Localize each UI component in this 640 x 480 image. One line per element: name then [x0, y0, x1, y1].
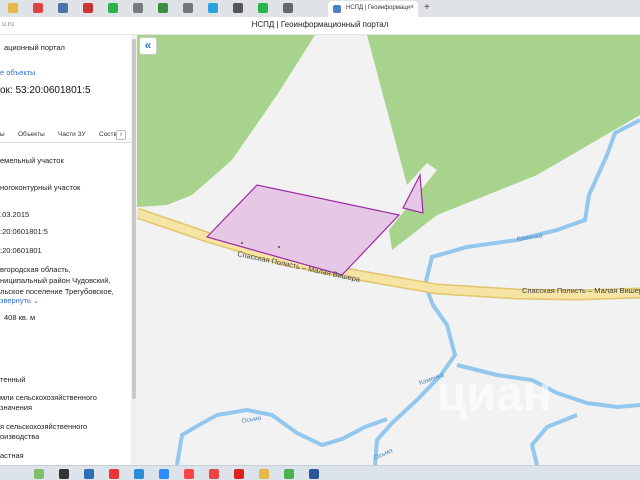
- site-icon[interactable]: [183, 3, 193, 13]
- field-address-line1: вгородская область,: [0, 265, 71, 274]
- field-object-type: емельный участок: [0, 156, 64, 165]
- chevron-down-icon: ⌄: [33, 296, 40, 305]
- info-tabs: ы Объекты Части ЗУ Соств ›: [0, 127, 131, 143]
- river-label-1: Каменка: [516, 232, 543, 243]
- forest-area-left: [137, 35, 315, 207]
- site-icon[interactable]: [158, 3, 168, 13]
- field-permitted-use-line1: я сельскохозяйственного: [0, 422, 88, 431]
- browser-title-bar: u.ru НСПД | Геоинформационный портал: [0, 17, 640, 35]
- field-address-line3: льское поселение Трегубовское,: [0, 287, 114, 296]
- yandex-icon[interactable]: [109, 469, 119, 479]
- parcel-point: [241, 242, 243, 244]
- scrollbar-thumb[interactable]: [132, 39, 136, 399]
- tab-composition[interactable]: Соств: [99, 131, 117, 138]
- page-title: НСПД | Геоинформационный портал: [251, 20, 389, 29]
- screen: НСПД | Геоинформаци × + u.ru НСПД | Геои…: [0, 0, 640, 480]
- whatsapp-icon[interactable]: [258, 3, 268, 13]
- tab-objects[interactable]: Объекты: [18, 131, 45, 138]
- field-date: .03.2015: [0, 210, 30, 219]
- field-object-subtype: ногоконтурный участок: [0, 183, 81, 192]
- map-canvas[interactable]: Спасская Полисть – Малая Вишера Спасская…: [137, 35, 640, 465]
- field-status: тенный: [0, 375, 26, 384]
- chrome-icon[interactable]: [284, 469, 294, 479]
- new-tab-button[interactable]: +: [424, 2, 430, 13]
- field-ownership: астная: [0, 451, 24, 460]
- mail-icon[interactable]: [33, 3, 43, 13]
- explorer-icon[interactable]: [259, 469, 269, 479]
- tab-parts[interactable]: Части ЗУ: [58, 131, 86, 138]
- river-osma-1: [175, 363, 640, 465]
- nspd-favicon-icon: [333, 5, 341, 13]
- active-browser-tab[interactable]: НСПД | Геоинформаци ×: [328, 1, 418, 17]
- photos-icon[interactable]: [34, 469, 44, 479]
- field-address-line2: ниципальный район Чудовский,: [0, 276, 111, 285]
- collapse-address-label: звернуть: [0, 296, 31, 305]
- whatsapp-icon[interactable]: [108, 3, 118, 13]
- field-category-line1: мли сельскохозяйственного: [0, 393, 97, 402]
- close-tab-icon[interactable]: ×: [410, 4, 414, 11]
- field-permitted-use-line2: оизводства: [0, 432, 40, 441]
- road-label-2: Спасская Полисть – Малая Вишера: [522, 286, 640, 295]
- skype-icon[interactable]: [134, 469, 144, 479]
- chrome-icon[interactable]: [209, 469, 219, 479]
- map-view[interactable]: Спасская Полисть – Малая Вишера Спасская…: [137, 35, 640, 465]
- yandex-browser-icon[interactable]: [184, 469, 194, 479]
- opera-icon[interactable]: [234, 469, 244, 479]
- gmail-icon[interactable]: [83, 3, 93, 13]
- parcel-point: [278, 246, 280, 248]
- video-icon[interactable]: [59, 469, 69, 479]
- tab-info[interactable]: ы: [0, 131, 5, 138]
- field-area: 408 кв. м: [4, 313, 36, 322]
- vk-icon[interactable]: [58, 3, 68, 13]
- media-icon[interactable]: [84, 469, 94, 479]
- site-icon[interactable]: [133, 3, 143, 13]
- field-cadastral-quarter: :20:0601801: [0, 246, 42, 255]
- field-category-line2: значения: [0, 403, 33, 412]
- collapse-address-link[interactable]: звернуть ⌄: [0, 296, 39, 305]
- folder-icon[interactable]: [8, 3, 18, 13]
- river-label-3: Осьма: [241, 415, 262, 425]
- word-icon[interactable]: [309, 469, 319, 479]
- portal-name: ационный портал: [4, 43, 65, 52]
- cian-watermark: циан: [437, 368, 552, 421]
- zoom-icon[interactable]: [159, 469, 169, 479]
- site-icon[interactable]: [233, 3, 243, 13]
- browser-tab-strip: НСПД | Геоинформаци × +: [0, 0, 640, 17]
- collapse-panel-button[interactable]: «: [139, 37, 157, 55]
- active-tab-title: НСПД | Геоинформаци: [346, 5, 410, 11]
- object-info-panel: ационный портал е объекты ок: 53:20:0601…: [0, 35, 131, 465]
- forest-area-right: [367, 35, 640, 250]
- land-parcel-main[interactable]: [205, 184, 401, 276]
- tabs-next-button[interactable]: ›: [116, 130, 126, 140]
- telegram-icon[interactable]: [208, 3, 218, 13]
- site-icon[interactable]: [283, 3, 293, 13]
- field-cadastral-number: :20:0601801:5: [0, 227, 48, 236]
- nearby-objects-link[interactable]: е объекты: [0, 68, 36, 77]
- os-taskbar: [0, 465, 640, 480]
- cadastral-number-heading: ок: 53:20:0601801:5: [0, 85, 91, 96]
